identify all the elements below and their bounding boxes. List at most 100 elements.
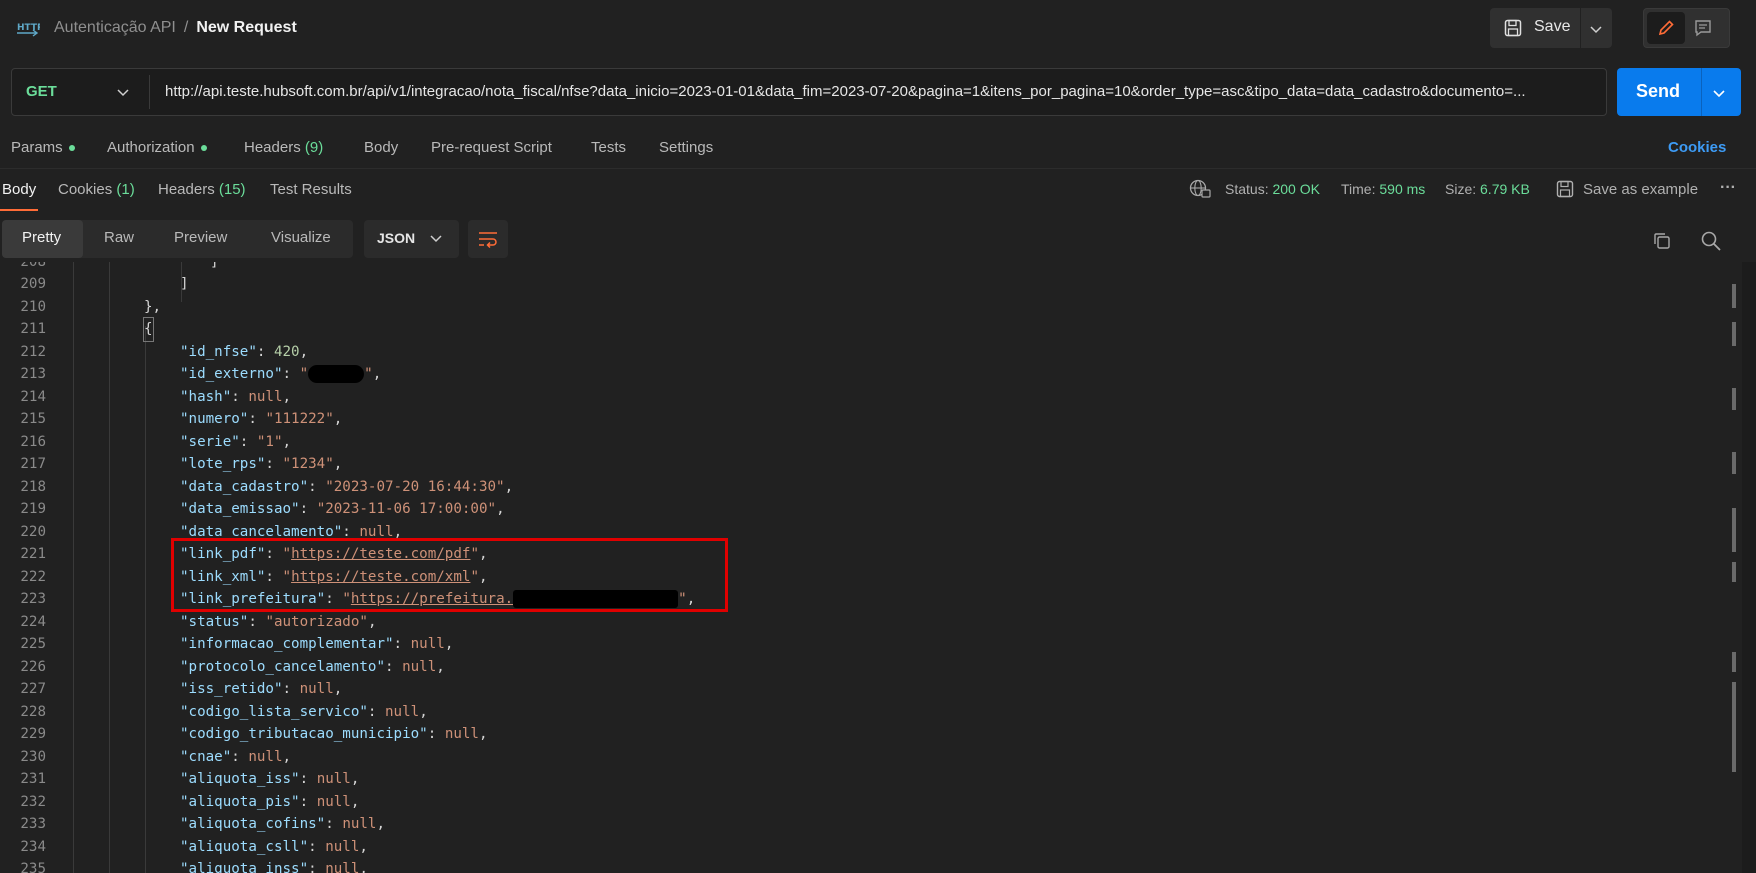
- tab-headers-label: Headers: [244, 139, 301, 156]
- editor-scrollbar[interactable]: [1742, 262, 1756, 873]
- code-line: 231 "aliquota_iss": null,: [0, 768, 1700, 791]
- json-value: "111222": [265, 411, 334, 427]
- cookies-link[interactable]: Cookies: [1668, 139, 1726, 156]
- json-key: "aliquota_cofins": [180, 816, 326, 832]
- time-value[interactable]: 590 ms: [1379, 181, 1425, 197]
- globe-network-icon[interactable]: [1189, 179, 1211, 202]
- json-key: "cnae": [180, 749, 232, 765]
- json-key: "id_nfse": [180, 344, 257, 360]
- code-text: ]: [180, 276, 189, 292]
- code-line: 218 "data_cadastro": "2023-07-20 16:44:30…: [0, 476, 1700, 499]
- tab-headers[interactable]: Headers (9): [244, 139, 323, 156]
- line-number: 217: [20, 456, 46, 472]
- code-line: 227 "iss_retido": null,: [0, 678, 1700, 701]
- minimap-mark: [1732, 284, 1736, 308]
- line-number: 227: [20, 681, 46, 697]
- line-number: 226: [20, 659, 46, 675]
- json-value: null: [299, 681, 334, 697]
- code-line: 229 "codigo_tributacao_municipio": null,: [0, 723, 1700, 746]
- tab-response-cookies-count: (1): [116, 181, 135, 198]
- more-options-button[interactable]: ···: [1720, 179, 1736, 197]
- method-chevron-down-icon[interactable]: [117, 85, 129, 102]
- format-select[interactable]: JSON: [364, 220, 459, 258]
- tab-response-headers[interactable]: Headers (15): [158, 181, 246, 198]
- status-value[interactable]: 200 OK: [1272, 181, 1319, 197]
- json-key: "id_externo": [180, 366, 283, 382]
- json-key: "codigo_lista_servico": [180, 704, 368, 720]
- http-request-icon: HTTP: [16, 18, 40, 40]
- tab-params[interactable]: Params: [11, 139, 75, 156]
- save-as-example-button[interactable]: Save as example: [1583, 181, 1698, 198]
- code-line: 212 "id_nfse": 420,: [0, 341, 1700, 364]
- comment-icon[interactable]: [1694, 19, 1712, 41]
- request-name[interactable]: New Request: [196, 19, 296, 36]
- save-options-chevron-icon[interactable]: [1590, 22, 1602, 39]
- format-select-label: JSON: [377, 230, 416, 246]
- tab-body[interactable]: Body: [364, 139, 398, 156]
- method-select[interactable]: GET: [26, 83, 57, 100]
- json-key: "iss_retido": [180, 681, 283, 697]
- tab-params-label: Params: [11, 139, 63, 156]
- json-value: null: [316, 771, 351, 787]
- json-value: null: [325, 861, 360, 873]
- url-input[interactable]: http://api.teste.hubsoft.com.br/api/v1/i…: [165, 83, 1595, 100]
- svg-text:HTTP: HTTP: [17, 23, 40, 33]
- tab-authorization[interactable]: Authorization: [107, 139, 207, 156]
- copy-icon[interactable]: [1652, 231, 1672, 255]
- line-number: 211: [20, 321, 46, 337]
- size-label: Size:: [1445, 181, 1477, 197]
- code-line: 232 "aliquota_pis": null,: [0, 791, 1700, 814]
- view-pretty[interactable]: Pretty: [22, 229, 61, 246]
- line-number: 233: [20, 816, 46, 832]
- code-line: 208]: [0, 262, 1700, 274]
- send-button[interactable]: Send: [1636, 81, 1680, 102]
- tab-response-cookies[interactable]: Cookies (1): [58, 181, 135, 198]
- json-key: "data_cadastro": [180, 479, 309, 495]
- code-line: 228 "codigo_lista_servico": null,: [0, 701, 1700, 724]
- response-body-editor[interactable]: 208] 209] 210}, 211{ 212 "id_nfse": 420, …: [0, 262, 1742, 873]
- line-number: 225: [20, 636, 46, 652]
- minimap-mark: [1732, 682, 1736, 772]
- code-line: 226 "protocolo_cancelamento": null,: [0, 656, 1700, 679]
- line-number: 218: [20, 479, 46, 495]
- breadcrumb-collection[interactable]: Autenticação API: [54, 19, 176, 36]
- code-line: 213 "id_externo": " ",: [0, 363, 1700, 386]
- save-icon: [1504, 19, 1522, 41]
- view-raw[interactable]: Raw: [104, 229, 134, 246]
- code-text: },: [144, 299, 162, 315]
- code-line: 211 {: [0, 317, 1700, 342]
- send-options-chevron-icon[interactable]: [1713, 86, 1725, 103]
- line-number: 234: [20, 839, 46, 855]
- minimap-mark: [1732, 388, 1736, 410]
- search-icon[interactable]: [1700, 230, 1722, 256]
- mode-toggle-group: [1643, 8, 1730, 48]
- tab-test-results[interactable]: Test Results: [270, 181, 352, 198]
- json-value: null: [325, 839, 360, 855]
- save-button[interactable]: Save: [1534, 18, 1570, 36]
- size-value[interactable]: 6.79 KB: [1480, 181, 1530, 197]
- edit-mode-button[interactable]: [1647, 12, 1685, 44]
- code-line: 235 "aliquota_inss": null,: [0, 858, 1700, 873]
- line-number: 228: [20, 704, 46, 720]
- json-key: "aliquota_iss": [180, 771, 300, 787]
- view-mode-group: Pretty Raw Preview Visualize: [2, 220, 353, 258]
- line-number: 223: [20, 591, 46, 607]
- view-visualize[interactable]: Visualize: [271, 229, 331, 246]
- json-key: "numero": [180, 411, 249, 427]
- line-number: 224: [20, 614, 46, 630]
- code-line: 234 "aliquota_csll": null,: [0, 836, 1700, 859]
- tab-pre-request-script[interactable]: Pre-request Script: [431, 139, 552, 156]
- wrap-lines-button[interactable]: [468, 220, 508, 258]
- redacted-value: [308, 365, 365, 383]
- line-number: 222: [20, 569, 46, 585]
- view-preview[interactable]: Preview: [174, 229, 227, 246]
- tab-settings[interactable]: Settings: [659, 139, 713, 156]
- tab-response-headers-count: (15): [218, 181, 246, 198]
- code-line: 233 "aliquota_cofins": null,: [0, 813, 1700, 836]
- code-text: ]: [210, 262, 219, 270]
- tab-tests[interactable]: Tests: [591, 139, 626, 156]
- pencil-icon: [1658, 20, 1674, 36]
- json-value: "autorizado": [265, 614, 368, 630]
- tab-response-body[interactable]: Body: [2, 181, 36, 198]
- json-value: null: [316, 794, 351, 810]
